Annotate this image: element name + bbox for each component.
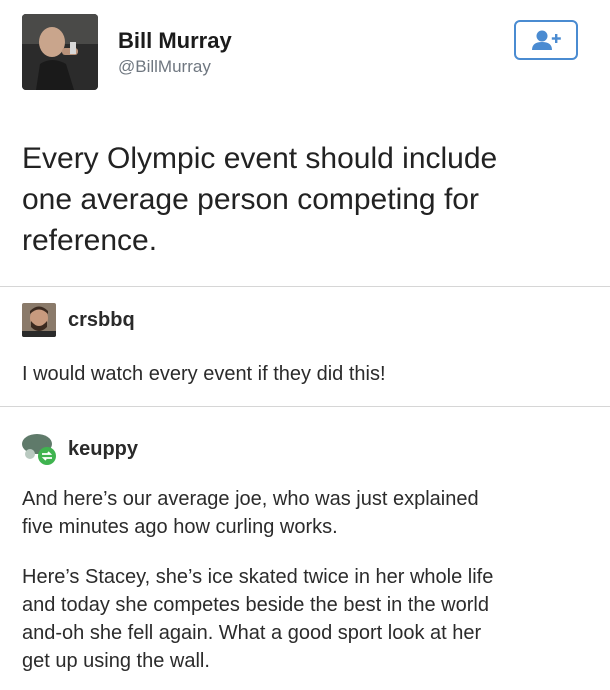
tweet-header: Bill Murray @BillMurray bbox=[0, 0, 610, 110]
add-user-icon bbox=[532, 30, 561, 50]
reply-text: And here’s our average joe, who was just… bbox=[22, 485, 592, 541]
reply-text-line: five minutes ago how curling works. bbox=[22, 516, 338, 538]
follow-button[interactable] bbox=[514, 20, 578, 60]
reply-text-line: and today she competes beside the best i… bbox=[22, 594, 489, 616]
reply-user-row: crsbbq bbox=[22, 303, 135, 337]
reply-username[interactable]: keuppy bbox=[68, 438, 138, 461]
tweet-text-line: reference. bbox=[22, 224, 158, 257]
reply-text: Here’s Stacey, she’s ice skated twice in… bbox=[22, 563, 592, 675]
reply-text-line: get up using the wall. bbox=[22, 650, 210, 672]
reply-text-line: and-oh she fell again. What a good sport… bbox=[22, 622, 482, 644]
author-handle[interactable]: @BillMurray bbox=[118, 57, 211, 77]
divider bbox=[0, 406, 610, 407]
author-name[interactable]: Bill Murray bbox=[118, 28, 232, 54]
reply-text-line: I would watch every event if they did th… bbox=[22, 363, 386, 385]
reply-text-line: And here’s our average joe, who was just… bbox=[22, 488, 479, 510]
reply-avatar[interactable] bbox=[22, 432, 56, 466]
reply-text: I would watch every event if they did th… bbox=[22, 360, 592, 388]
reply-user-row: keuppy bbox=[22, 432, 138, 466]
tweet-text-line: one average person competing for bbox=[22, 183, 479, 216]
tweet-text-line: Every Olympic event should include bbox=[22, 142, 498, 175]
reply-avatar[interactable] bbox=[22, 303, 56, 337]
reply-username[interactable]: crsbbq bbox=[68, 309, 135, 332]
divider bbox=[0, 286, 610, 287]
tweet-text: Every Olympic event should include one a… bbox=[22, 138, 582, 261]
reply-text-line: Here’s Stacey, she’s ice skated twice in… bbox=[22, 566, 494, 588]
author-avatar[interactable] bbox=[22, 14, 98, 90]
